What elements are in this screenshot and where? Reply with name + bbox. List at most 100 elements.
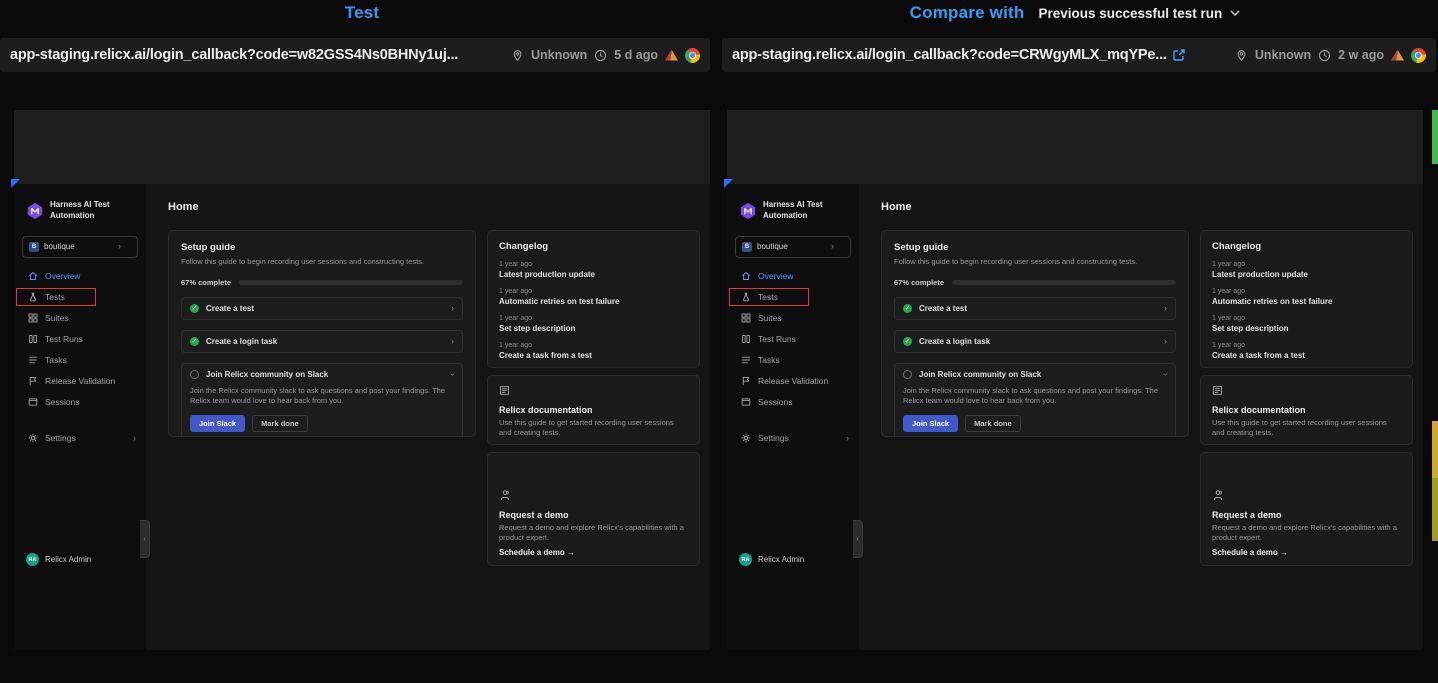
- location-label: Unknown: [1255, 48, 1311, 62]
- changelog-entry-title: Automatic retries on test failure: [1212, 297, 1401, 306]
- app-screenshot: Harness AI Test Automation B boutique › …: [14, 184, 710, 650]
- chevron-right-icon: ›: [133, 434, 136, 443]
- annotation-highlight-box: [729, 288, 809, 306]
- user-account: RA Relicx Admin: [26, 553, 91, 566]
- sidebar-item-release-validation: Release Validation: [727, 371, 859, 392]
- external-link-icon[interactable]: [1172, 48, 1186, 62]
- chevron-right-icon: ›: [1164, 337, 1167, 346]
- compare-run-selector[interactable]: Previous successful test run: [1038, 6, 1240, 21]
- sidebar-item-suites: Suites: [727, 308, 859, 329]
- clock-icon: [1318, 49, 1331, 62]
- compare-screenshot[interactable]: Harness AI Test Automation B boutique › …: [727, 110, 1423, 650]
- sidebar-item-tasks: Tasks: [727, 350, 859, 371]
- docs-title: Relicx documentation: [1212, 405, 1401, 415]
- sidebar-item-test-runs: Test Runs: [14, 329, 146, 350]
- changelog-entry-title: Latest production update: [499, 270, 688, 279]
- changelog-entry-title: Create a task from a test: [499, 351, 688, 360]
- brand-text: Harness AI Test Automation: [763, 200, 823, 222]
- grid-icon: [741, 313, 751, 323]
- changelog-entry: 1 year ago Set step description: [1212, 315, 1401, 333]
- warning-triangle-icon: [1391, 50, 1404, 61]
- sidebar-item-label: Release Validation: [45, 376, 115, 386]
- compare-panel-header: Compare with Previous successful test ru…: [727, 0, 1423, 26]
- project-name: boutique: [44, 242, 75, 251]
- brand: Harness AI Test Automation: [727, 184, 859, 222]
- drawer-collapse-handle: ‹: [140, 520, 150, 558]
- captured-time-label: 2 w ago: [1338, 48, 1384, 62]
- chevron-right-icon: ›: [451, 337, 454, 346]
- project-selector: B boutique ›: [735, 236, 851, 258]
- brand-line2: Automation: [50, 211, 110, 222]
- setup-item-label: Create a login task: [919, 337, 990, 346]
- clock-icon: [594, 49, 607, 62]
- changelog-entry: 1 year ago Automatic retries on test fai…: [1212, 288, 1401, 306]
- sidebar-item-settings: Settings ›: [727, 428, 859, 449]
- changelog-entry: 1 year ago Latest production update: [499, 261, 688, 279]
- annotation-highlight-box: [16, 288, 96, 306]
- compare-run-value: Previous successful test run: [1038, 6, 1222, 21]
- setup-progress: 67% complete: [181, 278, 463, 287]
- mark-done-button: Mark done: [965, 415, 1021, 432]
- request-demo-card: Request a demo Request a demo and explor…: [487, 452, 700, 566]
- brand: Harness AI Test Automation: [14, 184, 146, 222]
- check-circle-icon: ✓: [190, 304, 199, 313]
- setup-guide-title: Setup guide: [181, 242, 463, 253]
- changelog-time: 1 year ago: [1212, 261, 1401, 268]
- sidebar-nav: Overview Tests Suites Test Runs T: [14, 266, 146, 449]
- avatar: RA: [26, 553, 39, 566]
- setup-item-description: Join the Relicx community slack to ask q…: [190, 386, 452, 407]
- docs-description: Use this guide to get started recording …: [1212, 418, 1401, 438]
- app-screenshot: Harness AI Test Automation B boutique › …: [727, 184, 1423, 650]
- page-title: Home: [146, 184, 710, 213]
- progress-label: 67% complete: [181, 278, 231, 287]
- setup-guide-title: Setup guide: [894, 242, 1176, 253]
- sidebar-item-label: Test Runs: [45, 334, 83, 344]
- chevron-right-icon: ›: [118, 242, 121, 251]
- selection-marker: [724, 179, 733, 188]
- changelog-card: Changelog 1 year ago Latest production u…: [1200, 230, 1413, 368]
- check-circle-icon: ✓: [190, 337, 199, 346]
- flag-icon: [28, 376, 38, 386]
- setup-guide-card: Setup guide Follow this guide to begin r…: [881, 230, 1189, 437]
- setup-item-label: Create a test: [919, 304, 967, 313]
- changelog-card: Changelog 1 year ago Latest production u…: [487, 230, 700, 368]
- changelog-time: 1 year ago: [1212, 315, 1401, 322]
- request-demo-card: Request a demo Request a demo and explor…: [1200, 452, 1413, 566]
- docs-link: Go to the docs →: [499, 443, 688, 445]
- changelog-entry-title: Latest production update: [1212, 270, 1401, 279]
- demo-link: Schedule a demo →: [1212, 548, 1401, 557]
- chevron-right-icon: ›: [831, 242, 834, 251]
- changelog-entry-title: Set step description: [499, 324, 688, 333]
- home-icon: [741, 271, 751, 281]
- location-label: Unknown: [531, 48, 587, 62]
- selection-marker: [11, 179, 20, 188]
- docs-icon: [1212, 385, 1223, 396]
- sidebar-item-release-validation: Release Validation: [14, 371, 146, 392]
- test-panel-header: Test: [14, 0, 710, 26]
- setup-guide-subtitle: Follow this guide to begin recording use…: [894, 257, 1176, 267]
- minimap-segment-olive: [1432, 478, 1438, 541]
- list-icon: [741, 355, 751, 365]
- drawer-collapse-handle: ‹: [853, 520, 863, 558]
- diff-minimap[interactable]: [1432, 0, 1438, 683]
- captured-time-label: 5 d ago: [614, 48, 658, 62]
- check-circle-icon: ✓: [903, 304, 912, 313]
- changelog-time: 1 year ago: [499, 261, 688, 268]
- setup-item-create-test: ✓ Create a test ›: [181, 297, 463, 320]
- changelog-entry: 1 year ago Create a task from a test: [499, 342, 688, 360]
- brand-line1: Harness AI Test: [763, 200, 823, 211]
- sidebar-item-label: Tasks: [758, 355, 780, 365]
- sidebar-item-label: Overview: [758, 271, 793, 281]
- sidebar-item-tests: Tests: [14, 287, 146, 308]
- chevron-down-icon: ›: [448, 373, 457, 376]
- main-content: Home Setup guide Follow this guide to be…: [146, 184, 710, 650]
- location-pin-icon: [1235, 49, 1248, 62]
- compare-url-bar: app-staging.relicx.ai/login_callback?cod…: [722, 38, 1436, 72]
- chevron-right-icon: ›: [846, 434, 849, 443]
- main-content: Home Setup guide Follow this guide to be…: [859, 184, 1423, 650]
- setup-item-label: Create a test: [206, 304, 254, 313]
- harness-logo-icon: [739, 202, 757, 220]
- setup-item-create-login-task: ✓ Create a login task ›: [181, 330, 463, 353]
- join-slack-button: Join Slack: [190, 415, 245, 432]
- test-screenshot[interactable]: Harness AI Test Automation B boutique › …: [14, 110, 710, 650]
